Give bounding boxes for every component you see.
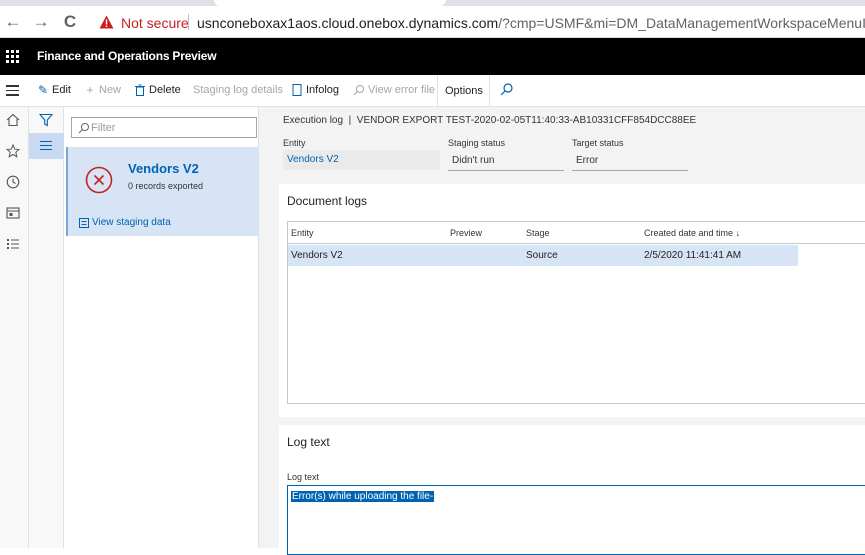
- hamburger-icon[interactable]: [6, 85, 19, 96]
- warning-icon[interactable]: [99, 15, 114, 29]
- view-data-icon: [79, 217, 89, 228]
- error-icon: [85, 166, 113, 194]
- cell-stage: Source: [526, 250, 558, 261]
- delete-label: Delete: [149, 84, 181, 96]
- card-title: Vendors V2: [128, 161, 199, 176]
- trash-icon: [135, 84, 145, 96]
- entity-value[interactable]: Vendors V2: [283, 150, 440, 170]
- entity-label: Entity: [283, 138, 306, 148]
- browser-address-bar: ← → C Not secure usnconeboxax1aos.cloud.…: [0, 6, 865, 38]
- app-title[interactable]: Finance and Operations Preview: [37, 49, 217, 63]
- cell-entity: Vendors V2: [291, 250, 343, 261]
- column-entity[interactable]: Entity: [291, 228, 314, 238]
- column-created-label: Created date and time: [644, 228, 734, 238]
- infolog-button[interactable]: Infolog: [291, 84, 339, 96]
- log-text-value: Error(s) while uploading the file-: [291, 491, 435, 502]
- view-error-label: View error file: [368, 84, 436, 96]
- execution-card[interactable]: Vendors V2 0 records exported View stagi…: [66, 147, 259, 236]
- action-pane: ✎ Edit + New Delete Staging log details …: [0, 75, 865, 107]
- column-stage[interactable]: Stage: [526, 228, 550, 238]
- card-subtitle: 0 records exported: [128, 181, 204, 191]
- view-error-file-button[interactable]: View error file: [353, 84, 435, 96]
- column-preview[interactable]: Preview: [450, 228, 482, 238]
- filter-input[interactable]: Filter: [71, 117, 257, 138]
- detail-content: Execution log | VENDOR EXPORT TEST-2020-…: [259, 107, 865, 555]
- new-label: New: [99, 84, 122, 96]
- app-launcher-icon[interactable]: [6, 50, 20, 64]
- filter-icon[interactable]: [39, 113, 53, 127]
- reload-button[interactable]: C: [60, 12, 80, 32]
- edit-label: Edit: [52, 84, 71, 96]
- sort-descending-icon: ↓: [735, 228, 741, 238]
- view-staging-label: View staging data: [92, 217, 171, 228]
- delete-button[interactable]: Delete: [134, 84, 181, 96]
- infolog-label: Infolog: [306, 84, 340, 96]
- table-row[interactable]: Vendors V2 Source 2/5/2020 11:41:41 AM: [288, 245, 798, 266]
- header-divider: |: [348, 115, 352, 126]
- action-search-icon[interactable]: [498, 82, 514, 98]
- star-icon[interactable]: [6, 144, 20, 158]
- grid-header: Entity Preview Stage Created date and ti…: [288, 222, 865, 244]
- cell-created: 2/5/2020 11:41:41 AM: [644, 250, 742, 261]
- security-indicator[interactable]: Not secure: [121, 15, 189, 31]
- edit-button[interactable]: ✎ Edit: [37, 84, 71, 96]
- plus-icon: +: [86, 83, 94, 97]
- forward-button[interactable]: →: [31, 12, 51, 32]
- document-logs-section: Document logs Entity Preview Stage Creat…: [279, 184, 865, 417]
- staging-log-label: Staging log details: [193, 84, 283, 96]
- staging-status-value: Didn't run: [448, 151, 564, 171]
- staging-status-label: Staging status: [448, 138, 506, 148]
- pencil-icon: ✎: [37, 83, 49, 97]
- document-icon: [292, 84, 302, 96]
- options-label: Options: [445, 85, 483, 97]
- document-logs-grid: Entity Preview Stage Created date and ti…: [287, 221, 865, 404]
- new-button[interactable]: + New: [84, 84, 121, 96]
- job-id: VENDOR EXPORT TEST-2020-02-05T11:40:33-A…: [356, 115, 697, 126]
- log-text-field[interactable]: Error(s) while uploading the file-: [287, 485, 865, 555]
- url-field[interactable]: usnconeboxax1aos.cloud.onebox.dynamics.c…: [197, 15, 865, 31]
- workspace-icon[interactable]: [6, 206, 20, 220]
- list-rail: [29, 107, 64, 548]
- list-toggle-icon[interactable]: [29, 133, 64, 159]
- url-host: usnconeboxax1aos.cloud.onebox.dynamics.c…: [197, 15, 499, 31]
- log-text-section: Log text Log text Error(s) while uploadi…: [279, 425, 865, 555]
- target-status-label: Target status: [572, 138, 624, 148]
- modules-list-icon[interactable]: [6, 237, 20, 251]
- search-icon: [78, 123, 89, 134]
- document-logs-title[interactable]: Document logs: [287, 194, 367, 208]
- url-path: /?cmp=USMF&mi=DM_DataManagementWorkspace…: [498, 15, 865, 31]
- target-status-value: Error: [572, 151, 688, 171]
- execution-header: Execution log | VENDOR EXPORT TEST-2020-…: [283, 115, 696, 126]
- home-icon[interactable]: [6, 113, 20, 127]
- back-button[interactable]: ←: [3, 12, 23, 32]
- search-icon: [353, 85, 364, 96]
- clock-icon[interactable]: [6, 175, 20, 189]
- view-staging-data-link[interactable]: View staging data: [79, 217, 171, 228]
- url-separator: [188, 14, 189, 30]
- staging-log-details-button[interactable]: Staging log details: [193, 84, 283, 96]
- left-navigation: [0, 107, 29, 548]
- list-panel: Filter Vendors V2 0 records exported Vie…: [64, 107, 259, 548]
- column-created[interactable]: Created date and time ↓: [644, 228, 740, 238]
- execution-log-label: Execution log: [283, 115, 344, 126]
- log-text-title[interactable]: Log text: [287, 435, 330, 449]
- app-header: Finance and Operations Preview: [0, 38, 865, 75]
- log-text-label: Log text: [287, 472, 320, 482]
- filter-placeholder: Filter: [91, 122, 116, 134]
- options-tab[interactable]: Options: [437, 75, 490, 107]
